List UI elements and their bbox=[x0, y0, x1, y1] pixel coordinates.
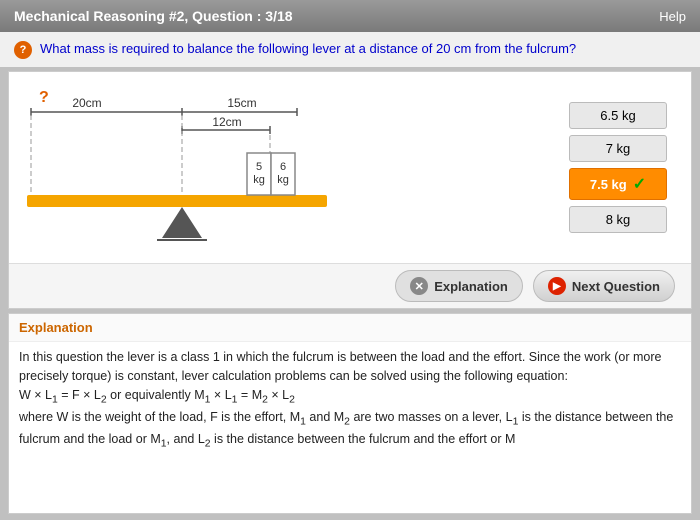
diagram-row: ? 20cm 15cm 12cm bbox=[9, 72, 691, 263]
svg-text:kg: kg bbox=[253, 174, 265, 186]
answer-label-2: 7 kg bbox=[606, 141, 631, 156]
header: Mechanical Reasoning #2, Question : 3/18… bbox=[0, 0, 700, 32]
play-icon: ▶ bbox=[548, 277, 566, 295]
check-icon: ✓ bbox=[633, 174, 646, 194]
answer-option-3[interactable]: 7.5 kg ✓ bbox=[569, 168, 667, 200]
answer-option-4[interactable]: 8 kg bbox=[569, 206, 667, 233]
question-icon: ? bbox=[14, 41, 32, 59]
help-button[interactable]: Help bbox=[659, 9, 686, 24]
svg-text:6: 6 bbox=[280, 161, 286, 173]
explanation-area: Explanation In this question the lever i… bbox=[8, 313, 692, 514]
answer-label-4: 8 kg bbox=[606, 212, 631, 227]
explanation-button[interactable]: ✕ Explanation bbox=[395, 270, 523, 302]
svg-text:5: 5 bbox=[256, 161, 262, 173]
answer-option-1[interactable]: 6.5 kg bbox=[569, 102, 667, 129]
question-text: What mass is required to balance the fol… bbox=[40, 40, 576, 58]
question-mark-label: ? bbox=[39, 89, 49, 106]
answer-option-2[interactable]: 7 kg bbox=[569, 135, 667, 162]
button-row: ✕ Explanation ▶ Next Question bbox=[9, 263, 691, 308]
svg-text:20cm: 20cm bbox=[72, 96, 101, 110]
answer-label-1: 6.5 kg bbox=[600, 108, 635, 123]
explanation-label: Explanation bbox=[434, 279, 508, 294]
explanation-header: Explanation bbox=[9, 314, 691, 342]
x-icon: ✕ bbox=[410, 277, 428, 295]
next-question-button[interactable]: ▶ Next Question bbox=[533, 270, 675, 302]
lever-diagram: ? 20cm 15cm 12cm bbox=[17, 80, 543, 255]
svg-text:12cm: 12cm bbox=[212, 115, 241, 129]
answer-label-3: 7.5 kg bbox=[590, 177, 627, 192]
lever-svg: ? 20cm 15cm 12cm bbox=[17, 80, 347, 255]
content-area: ? 20cm 15cm 12cm bbox=[8, 71, 692, 309]
explanation-content[interactable]: In this question the lever is a class 1 … bbox=[9, 342, 691, 513]
answer-choices: 6.5 kg 7 kg 7.5 kg ✓ 8 kg bbox=[553, 80, 683, 255]
header-title: Mechanical Reasoning #2, Question : 3/18 bbox=[14, 8, 293, 24]
svg-text:kg: kg bbox=[277, 174, 289, 186]
next-label: Next Question bbox=[572, 279, 660, 294]
svg-text:15cm: 15cm bbox=[227, 96, 256, 110]
question-area: ? What mass is required to balance the f… bbox=[0, 32, 700, 67]
